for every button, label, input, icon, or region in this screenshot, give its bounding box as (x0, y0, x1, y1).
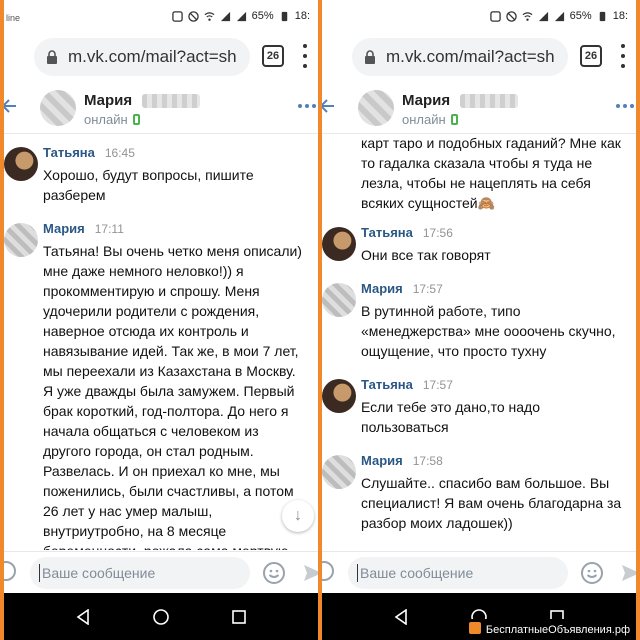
message-time: 17:11 (94, 222, 124, 236)
send-icon[interactable] (302, 562, 318, 584)
lock-icon (365, 50, 375, 64)
tab-switcher-button[interactable]: 26 (262, 45, 284, 67)
message-time: 17:57 (422, 378, 453, 392)
contact-avatar[interactable] (358, 90, 394, 126)
status-bar: line 65% 18: (4, 0, 318, 32)
contact-name[interactable]: Мария (402, 92, 450, 109)
sender-avatar[interactable] (4, 147, 38, 181)
nav-recents-icon[interactable] (231, 609, 247, 625)
message-feed[interactable]: карт таро и подобных гаданий? Мне как то… (322, 135, 636, 550)
battery-level: 65% (569, 10, 592, 22)
url-text: m.vk.com/mail?act=sh (386, 47, 555, 66)
message: Татьяна 16:45 Хорошо, будут вопросы, пиши… (4, 145, 318, 205)
signal-icon (538, 11, 548, 21)
chat-header: Мария онлайн (322, 84, 636, 134)
tab-switcher-button[interactable]: 26 (580, 45, 602, 67)
chat-header: Мария онлайн (4, 84, 318, 134)
message-time: 17:56 (422, 226, 453, 240)
battery-icon (599, 11, 605, 21)
chat-menu-button[interactable] (616, 104, 634, 108)
battery-icon (281, 11, 287, 21)
message-text: Хорошо, будут вопросы, пишите разберем (43, 167, 254, 203)
back-arrow-icon[interactable] (4, 98, 16, 114)
message: Мария 17:58 Слушайте.. спасибо вам большо… (322, 453, 636, 533)
emoji-icon[interactable] (262, 561, 286, 585)
browser-menu-button[interactable] (302, 44, 308, 68)
battery-level: 65% (251, 10, 274, 22)
wifi-icon (522, 11, 533, 21)
android-nav-bar (4, 593, 318, 640)
right-screenshot: 65% 18: m.vk.com/mail?act=sh 26 Мария он… (322, 0, 636, 640)
attach-icon[interactable] (322, 561, 334, 581)
message-author[interactable]: Татьяна (43, 145, 95, 160)
message: Татьяна 17:56 Они все так говорят (322, 225, 636, 265)
message-composer: Ваше сообщение (322, 551, 636, 593)
message: Мария 17:57 В рутинной работе, типо «мене… (322, 281, 636, 361)
message-text: Слушайте.. спасибо вам большое. Вы специ… (361, 475, 622, 531)
nav-back-icon[interactable] (75, 608, 91, 625)
scroll-down-button[interactable]: ↓ (282, 500, 314, 532)
blurred-surname (142, 94, 200, 108)
contact-avatar[interactable] (40, 90, 76, 126)
message-text: карт таро и подобных гаданий? Мне как то… (361, 135, 621, 211)
message-time: 16:45 (104, 146, 135, 160)
contact-name[interactable]: Мария (84, 92, 132, 109)
status-bar: 65% 18: (322, 0, 636, 32)
browser-menu-button[interactable] (620, 44, 626, 68)
back-arrow-icon[interactable] (322, 98, 334, 114)
address-bar[interactable]: m.vk.com/mail?act=sh (34, 38, 250, 76)
sender-avatar[interactable] (322, 283, 356, 317)
carrier-label: line (6, 13, 21, 23)
nav-back-icon[interactable] (393, 608, 409, 625)
clock: 18: (612, 10, 628, 22)
message: Мария 17:11 Татьяна! Вы очень четко меня … (4, 221, 318, 550)
chat-menu-button[interactable] (298, 104, 316, 108)
message-text: Если тебе это дано,то надо пользоваться (361, 399, 541, 435)
left-screenshot: line 65% 18: m.vk.com/mail?act=sh 26 Мар… (4, 0, 318, 640)
watermark: БесплатныеОбъявления.рф (461, 619, 636, 638)
message-time: 17:57 (412, 282, 443, 296)
sender-avatar[interactable] (322, 379, 356, 413)
clock: 18: (294, 10, 310, 22)
message: Татьяна 17:57 Если тебе это дано,то надо … (322, 377, 636, 437)
message-author[interactable]: Татьяна (361, 225, 413, 240)
emoji-icon[interactable] (580, 561, 604, 585)
message-continuation: карт таро и подобных гаданий? Мне как то… (322, 135, 636, 213)
sender-avatar[interactable] (322, 455, 356, 489)
message-author[interactable]: Татьяна (361, 377, 413, 392)
send-icon[interactable] (620, 562, 636, 584)
watermark-logo-icon (468, 622, 481, 634)
nfc-icon (489, 10, 501, 22)
online-status: онлайн (402, 112, 458, 127)
message-text: Татьяна! Вы очень четко меня описали) мн… (43, 243, 302, 550)
message-feed[interactable]: Татьяна 16:45 Хорошо, будут вопросы, пиши… (4, 135, 318, 550)
signal-icon-2 (236, 11, 246, 21)
mobile-online-icon (450, 114, 458, 125)
message-composer: Ваше сообщение (4, 551, 318, 593)
message-text: В рутинной работе, типо «менеджерства» м… (361, 303, 616, 359)
message-input[interactable]: Ваше сообщение (30, 557, 250, 589)
mute-icon (505, 10, 517, 22)
address-bar[interactable]: m.vk.com/mail?act=sh (352, 38, 568, 76)
message-author[interactable]: Мария (43, 221, 85, 236)
sender-avatar[interactable] (4, 223, 38, 257)
message-author[interactable]: Мария (361, 453, 403, 468)
message-input[interactable]: Ваше сообщение (348, 557, 568, 589)
nav-home-icon[interactable] (153, 608, 169, 625)
url-text: m.vk.com/mail?act=sh (68, 47, 237, 66)
message-author[interactable]: Мария (361, 281, 403, 296)
signal-icon-2 (554, 11, 564, 21)
signal-icon (220, 11, 230, 21)
attach-icon[interactable] (4, 561, 16, 581)
wifi-icon (204, 11, 215, 21)
message-time: 17:58 (412, 454, 443, 468)
online-status: онлайн (84, 112, 140, 127)
mute-icon (187, 10, 199, 22)
nfc-icon (171, 10, 183, 22)
lock-icon (47, 50, 57, 64)
mobile-online-icon (132, 114, 140, 125)
sender-avatar[interactable] (322, 227, 356, 261)
message-text: Они все так говорят (361, 247, 491, 263)
blurred-surname (460, 94, 518, 108)
